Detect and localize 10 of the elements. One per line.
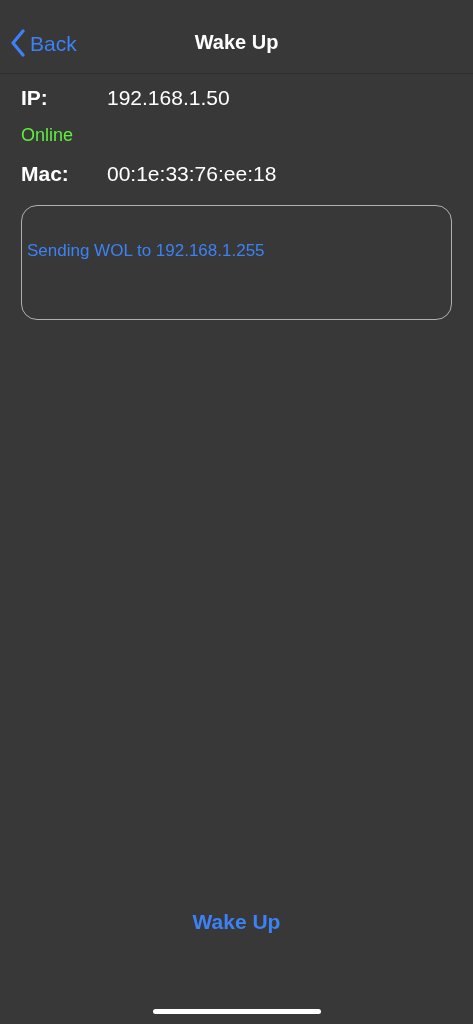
log-text: Sending WOL to 192.168.1.255 [27,241,265,260]
back-button[interactable]: Back [0,27,77,59]
wake-up-button[interactable]: Wake Up [192,905,281,937]
chevron-left-icon [10,29,26,58]
screen-title: Wake Up [194,30,279,55]
ip-value: 192.168.1.50 [107,85,230,112]
mac-value: 00:1e:33:76:ee:18 [107,161,277,188]
ip-label: IP: [21,85,49,112]
mac-label: Mac: [21,161,70,188]
status-text: Online [21,124,75,147]
